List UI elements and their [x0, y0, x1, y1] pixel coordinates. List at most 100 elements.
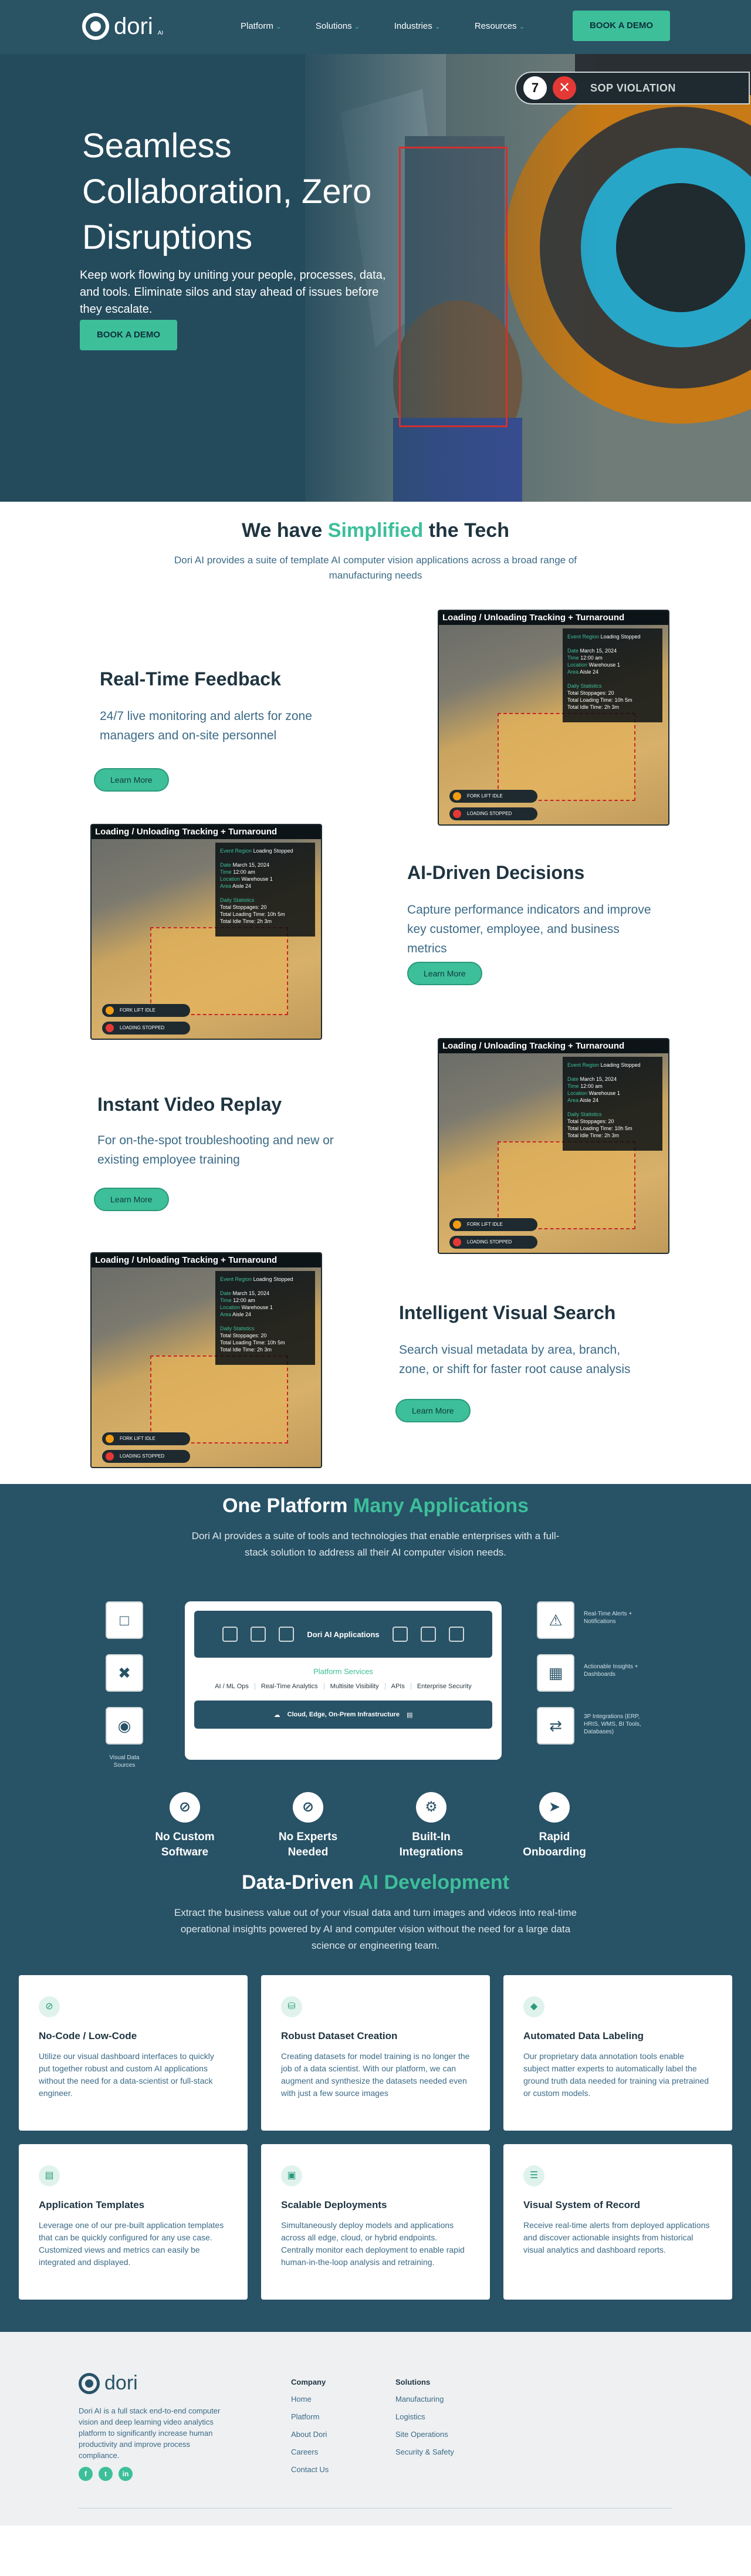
card-info-panel: Event Region Loading Stopped Date March … [563, 628, 662, 722]
benefit-item: ➤ Rapid Onboarding [510, 1792, 598, 1860]
feature-ai-driven-decisions: Loading / Unloading Tracking + Turnaroun… [0, 824, 751, 1040]
app-icon [222, 1627, 238, 1642]
benefit-item: ⚙ Built-In Integrations [387, 1792, 475, 1860]
app-icon [420, 1627, 436, 1642]
learn-more-button[interactable]: Learn More [407, 962, 482, 985]
ban-icon: ⊘ [39, 1996, 60, 2017]
chevron-down-icon: ⌄ [275, 22, 282, 31]
footer-link-careers[interactable]: Careers [291, 2447, 329, 2456]
app-icon [279, 1627, 295, 1642]
app-icon [251, 1627, 266, 1642]
platform-title: One Platform Many Applications [222, 1495, 529, 1517]
hero-book-demo-button[interactable]: BOOK A DEMO [80, 320, 177, 350]
infrastructure-bar: ☁ Cloud, Edge, On-Prem Infrastructure ▤ [194, 1701, 492, 1729]
dori-logo-icon [79, 2372, 100, 2394]
facebook-icon[interactable]: f [79, 2467, 93, 2481]
app-icon [448, 1627, 464, 1642]
footer-link-home[interactable]: Home [291, 2395, 329, 2403]
feature-title: AI-Driven Decisions [407, 862, 585, 883]
database-icon: ⛁ [281, 1996, 302, 2017]
no-experts-icon: ⊘ [293, 1792, 323, 1823]
services-row: AI / ML Ops Real-Time Analytics Multisit… [194, 1683, 492, 1690]
benefit-item: ⊘ No Custom Software [141, 1792, 229, 1860]
feature-body: For on-the-spot troubleshooting and new … [97, 1134, 334, 1167]
footer-link-logistics[interactable]: Logistics [395, 2412, 454, 2421]
card-info-panel: Event Region Loading Stopped Date March … [563, 1057, 662, 1151]
feature-title: Intelligent Visual Search [399, 1302, 616, 1323]
detection-box [399, 147, 508, 427]
tile-no-code: ⊘ No-Code / Low-Code Utilize our visual da… [19, 1975, 248, 2131]
chevron-down-icon: ⌄ [519, 22, 525, 31]
integration-icon: ⇄ [537, 1707, 574, 1745]
platform-subtitle: Dori AI provides a suite of tools and te… [191, 1530, 560, 1558]
tile-application-templates: ▤ Application Templates Leverage one of ou… [19, 2144, 248, 2300]
nav-resources[interactable]: Resources ⌄ [475, 21, 525, 31]
gear-icon: ⚙ [416, 1792, 446, 1823]
footer-link-contact[interactable]: Contact Us [291, 2465, 329, 2474]
nav-platform[interactable]: Platform ⌄ [241, 21, 282, 31]
dori-logo-icon [82, 13, 109, 40]
truck-icon: ▣ [281, 2165, 302, 2186]
chevron-down-icon: ⌄ [434, 22, 441, 31]
app-icon [392, 1627, 408, 1642]
benefit-item: ⊘ No Experts Needed [264, 1792, 352, 1860]
footer-company-column: Company Home Platform About Dori Careers… [291, 2378, 329, 2474]
dori-logo[interactable]: dori AI [82, 13, 163, 40]
hero-section: dori AI Platform ⌄ Solutions ⌄ Industries ⌄… [0, 0, 751, 502]
feature-title: Instant Video Replay [97, 1094, 282, 1115]
data-driven-title: Data-Driven AI Development [242, 1871, 509, 1894]
template-icon: ▤ [39, 2165, 60, 2186]
feature-title: Real-Time Feedback [100, 668, 281, 689]
layers-icon: ☰ [523, 2165, 544, 2186]
tracking-card: Loading / Unloading Tracking + Turnaroun… [438, 610, 669, 826]
data-driven-section: Data-Driven AI Development Extract the b… [0, 1865, 751, 2332]
simplified-subtitle: Dori AI provides a suite of template AI … [174, 555, 577, 581]
tile-scalable-deployments: ▣ Scalable Deployments Simultaneously depl… [261, 2144, 490, 2300]
no-code-icon: ⊘ [170, 1792, 200, 1823]
footer: dori Dori AI is a full stack end-to-end … [0, 2332, 751, 2526]
linkedin-icon[interactable]: in [119, 2467, 133, 2481]
camera-icon: □ [106, 1601, 143, 1639]
footer-link-security-safety[interactable]: Security & Safety [395, 2447, 454, 2456]
nav-industries[interactable]: Industries ⌄ [394, 21, 441, 31]
footer-link-about[interactable]: About Dori [291, 2430, 329, 2439]
footer-solutions-column: Solutions Manufacturing Logistics Site O… [395, 2378, 454, 2456]
violation-label: SOP VIOLATION [590, 82, 676, 94]
footer-link-site-operations[interactable]: Site Operations [395, 2430, 454, 2439]
learn-more-button[interactable]: Learn More [94, 1188, 169, 1211]
alert-icon: ⚠ [537, 1601, 574, 1639]
learn-more-button[interactable]: Learn More [94, 768, 169, 792]
violation-count: 7 [523, 76, 547, 100]
rocket-icon: ➤ [539, 1792, 570, 1823]
feature-instant-video-replay: Instant Video Replay For on-the-spot tro… [0, 1038, 751, 1254]
server-icon: ▤ [406, 1711, 413, 1719]
data-driven-subtitle: Extract the business value out of your v… [174, 1907, 577, 1951]
learn-more-button[interactable]: Learn More [395, 1399, 471, 1422]
simplified-title: We have Simplified the Tech [242, 519, 509, 542]
feature-real-time-feedback: Real-Time Feedback 24/7 live monitoring … [0, 610, 751, 826]
tile-dataset-creation: ⛁ Robust Dataset Creation Creating dataset… [261, 1975, 490, 2131]
simplified-section: We have Simplified the Tech Dori AI prov… [0, 519, 751, 1468]
feature-body: Search visual metadata by area, branch, … [399, 1343, 631, 1376]
sources-label: Visual Data Sources [109, 1754, 140, 1769]
footer-link-platform[interactable]: Platform [291, 2412, 329, 2421]
tracking-card: Loading / Unloading Tracking + Turnaroun… [438, 1038, 669, 1254]
hero-title: Seamless Collaboration, Zero Disruptions [82, 127, 372, 256]
tile-visual-system-of-record: ☰ Visual System of Record Receive real-tim… [503, 2144, 732, 2300]
tag-icon: ◆ [523, 1996, 544, 2017]
footer-logo[interactable]: dori [79, 2372, 138, 2395]
nav-book-demo-button[interactable]: BOOK A DEMO [573, 11, 670, 41]
twitter-icon[interactable]: t [99, 2467, 113, 2481]
platform-section: One Platform Many Applications Dori AI p… [0, 1484, 751, 1865]
platform-hub: Dori AI Applications Platform Services A… [185, 1601, 502, 1760]
chevron-down-icon: ⌄ [354, 22, 360, 31]
footer-link-manufacturing[interactable]: Manufacturing [395, 2395, 454, 2403]
nav-solutions[interactable]: Solutions ⌄ [316, 21, 360, 31]
footer-divider [79, 2508, 672, 2509]
feature-body: Capture performance indicators and impro… [407, 903, 651, 955]
sop-violation-badge: 7 ✕ SOP VIOLATION [515, 72, 750, 104]
tracking-card: Loading / Unloading Tracking + Turnaroun… [90, 1252, 322, 1468]
social-links: f t in [79, 2467, 133, 2481]
tracking-card: Loading / Unloading Tracking + Turnaroun… [90, 824, 322, 1040]
close-icon: ✕ [553, 76, 576, 100]
